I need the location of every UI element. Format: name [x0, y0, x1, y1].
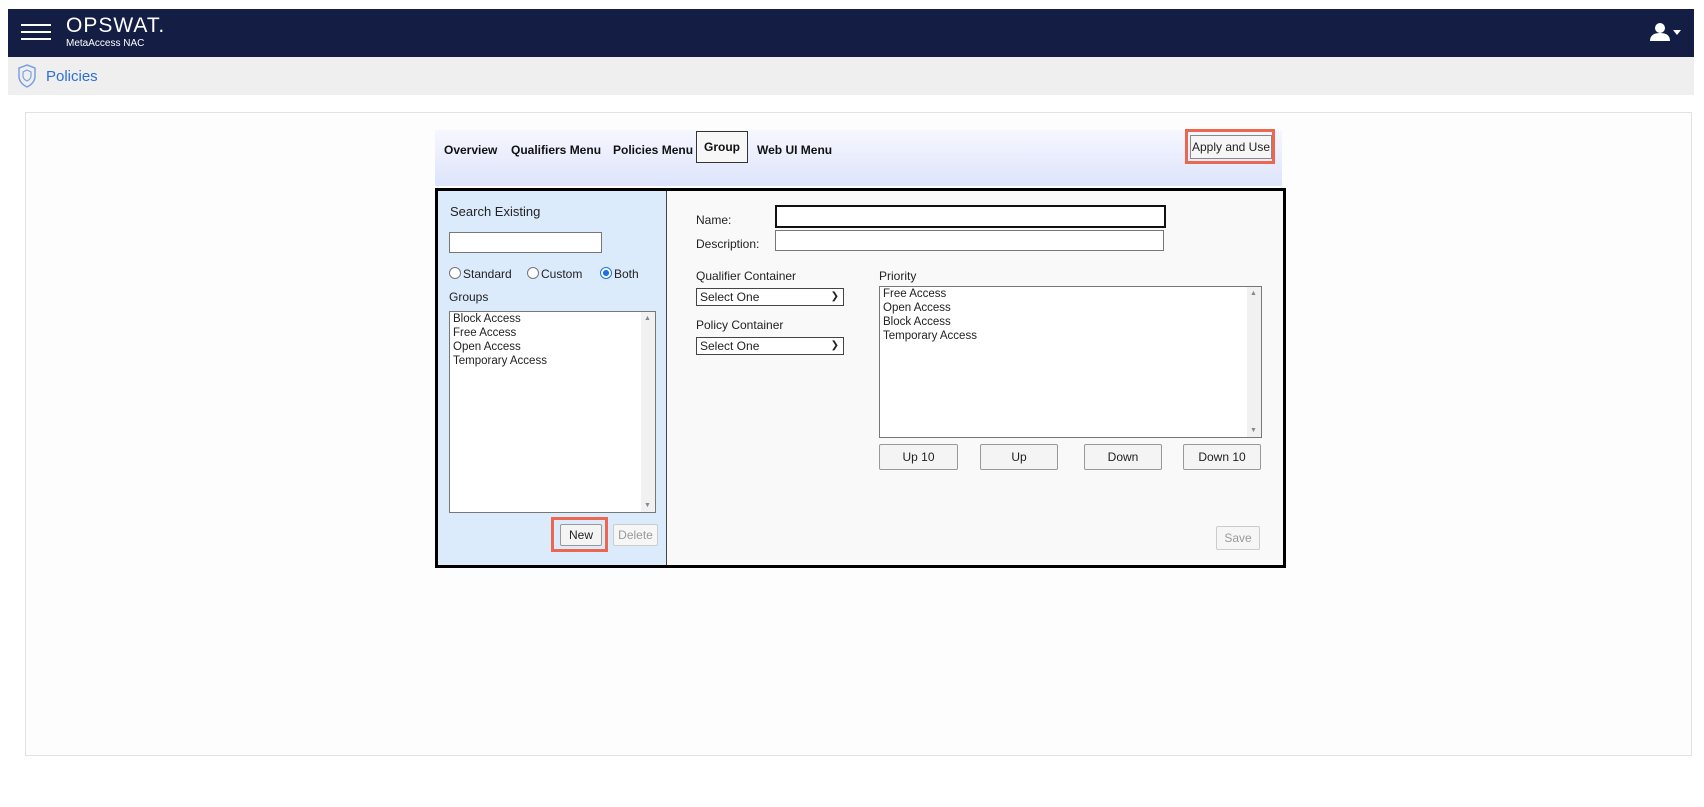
- list-item[interactable]: Free Access: [880, 287, 1261, 301]
- select-value: Select One: [700, 290, 760, 304]
- hamburger-menu-icon[interactable]: [21, 19, 51, 45]
- group-editor-panel: Search Existing Standard Custom Both Gro…: [435, 188, 1286, 568]
- brand-name: OPSWAT.: [66, 14, 166, 37]
- policy-container-label: Policy Container: [696, 318, 784, 332]
- tab-policies-menu[interactable]: Policies Menu: [613, 139, 693, 161]
- radio-label: Custom: [541, 267, 583, 281]
- scrollbar[interactable]: ▲ ▼: [1247, 287, 1261, 437]
- save-button[interactable]: Save: [1216, 526, 1260, 550]
- new-button[interactable]: New: [560, 524, 602, 546]
- list-item[interactable]: Temporary Access: [880, 329, 1261, 343]
- groups-listbox[interactable]: Block Access Free Access Open Access Tem…: [449, 311, 656, 513]
- description-label: Description:: [696, 237, 760, 251]
- radio-label: Standard: [463, 267, 512, 281]
- radio-label: Both: [614, 267, 639, 281]
- list-item[interactable]: Block Access: [450, 312, 655, 326]
- tab-qualifiers-menu[interactable]: Qualifiers Menu: [511, 139, 601, 161]
- description-field[interactable]: [775, 230, 1164, 251]
- priority-listbox[interactable]: Free Access Open Access Block Access Tem…: [879, 286, 1262, 438]
- apply-and-use-button[interactable]: Apply and Use: [1190, 135, 1272, 159]
- search-label: Search Existing: [450, 204, 541, 219]
- user-menu-button[interactable]: [1648, 21, 1684, 45]
- up-10-button[interactable]: Up 10: [879, 444, 958, 470]
- chevron-down-icon: ❯: [830, 291, 839, 302]
- radio-icon: [527, 267, 539, 279]
- delete-button[interactable]: Delete: [613, 524, 658, 546]
- filter-radio-both[interactable]: Both: [600, 267, 639, 281]
- radio-selected-icon: [600, 267, 612, 279]
- filter-radio-custom[interactable]: Custom: [527, 267, 582, 281]
- list-item[interactable]: Open Access: [880, 301, 1261, 315]
- scroll-down-icon[interactable]: ▼: [1250, 427, 1257, 434]
- search-input[interactable]: [449, 232, 602, 253]
- chevron-down-icon: ❯: [830, 340, 839, 351]
- policy-container-select[interactable]: Select One ❯: [696, 337, 844, 355]
- list-item[interactable]: Open Access: [450, 340, 655, 354]
- top-navigation-bar: OPSWAT. MetaAccess NAC: [8, 9, 1694, 57]
- scroll-up-icon[interactable]: ▲: [1250, 290, 1257, 297]
- tab-overview[interactable]: Overview: [444, 139, 497, 161]
- qualifier-container-label: Qualifier Container: [696, 269, 797, 283]
- list-item[interactable]: Free Access: [450, 326, 655, 340]
- up-button[interactable]: Up: [980, 444, 1058, 470]
- page-header: Policies: [8, 57, 1694, 95]
- shield-icon: [18, 64, 36, 88]
- page-title[interactable]: Policies: [46, 68, 98, 85]
- group-list-panel: Search Existing Standard Custom Both Gro…: [438, 191, 667, 565]
- name-label: Name:: [696, 213, 732, 227]
- scroll-down-icon[interactable]: ▼: [644, 502, 651, 509]
- qualifier-container-select[interactable]: Select One ❯: [696, 288, 844, 306]
- list-item[interactable]: Temporary Access: [450, 354, 655, 368]
- scroll-up-icon[interactable]: ▲: [644, 315, 651, 322]
- name-field[interactable]: [775, 205, 1166, 228]
- filter-radio-standard[interactable]: Standard: [449, 267, 512, 281]
- tab-group[interactable]: Group: [696, 131, 748, 163]
- product-name: MetaAccess NAC: [66, 38, 145, 49]
- list-item[interactable]: Block Access: [880, 315, 1261, 329]
- radio-icon: [449, 267, 461, 279]
- select-value: Select One: [700, 339, 760, 353]
- down-10-button[interactable]: Down 10: [1183, 444, 1261, 470]
- groups-label: Groups: [449, 290, 489, 304]
- tab-bar: Overview Qualifiers Menu Policies Menu G…: [435, 130, 1282, 186]
- tab-web-ui-menu[interactable]: Web UI Menu: [757, 139, 832, 161]
- user-icon: [1650, 23, 1681, 41]
- priority-label: Priority: [879, 269, 917, 283]
- scrollbar[interactable]: ▲ ▼: [641, 312, 655, 512]
- down-button[interactable]: Down: [1084, 444, 1162, 470]
- brand-logo: OPSWAT. MetaAccess NAC: [66, 14, 165, 50]
- chevron-down-icon: [1673, 30, 1681, 35]
